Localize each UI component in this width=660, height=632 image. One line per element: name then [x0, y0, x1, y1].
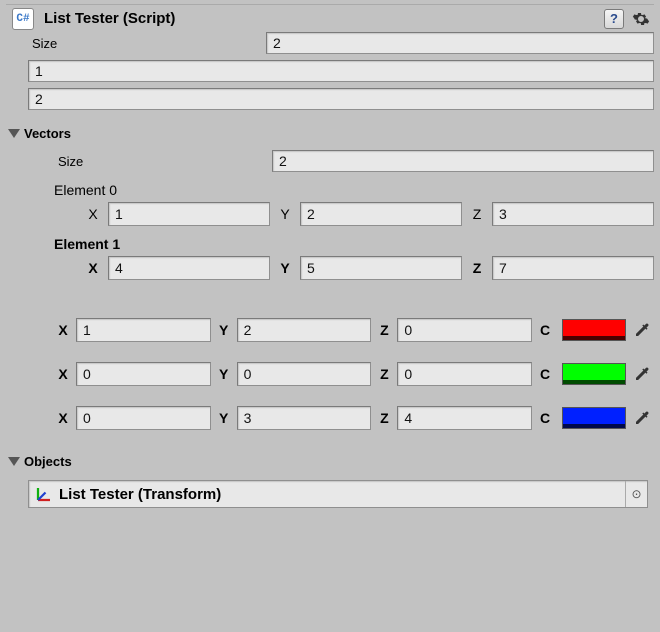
- size-row: Size 2: [6, 32, 654, 54]
- x-label: X: [84, 260, 102, 276]
- vectors-title: Vectors: [24, 126, 71, 141]
- c-label: C: [536, 366, 554, 382]
- component-header[interactable]: C# List Tester (Script) ?: [6, 4, 654, 32]
- objects-title: Objects: [24, 454, 72, 469]
- y-input[interactable]: 3: [237, 406, 372, 430]
- c-label: C: [536, 322, 554, 338]
- list-item-row: 2: [6, 88, 654, 110]
- x-label: X: [54, 410, 72, 426]
- x-input[interactable]: 1: [108, 202, 270, 226]
- object-picker-icon[interactable]: ⊙: [625, 481, 647, 507]
- gear-icon[interactable]: [632, 10, 650, 28]
- z-input[interactable]: 4: [397, 406, 532, 430]
- x-input[interactable]: 0: [76, 362, 211, 386]
- y-input[interactable]: 2: [300, 202, 462, 226]
- x-label: X: [54, 322, 72, 338]
- x-input[interactable]: 4: [108, 256, 270, 280]
- eyedropper-icon[interactable]: [630, 318, 654, 342]
- x-input[interactable]: 1: [76, 318, 211, 342]
- list-item-input[interactable]: 1: [28, 60, 654, 82]
- x-label: X: [54, 366, 72, 382]
- y-label: Y: [215, 366, 233, 382]
- object-reference-label: List Tester (Transform): [59, 486, 625, 503]
- z-label: Z: [468, 260, 486, 276]
- eyedropper-icon[interactable]: [630, 406, 654, 430]
- eyedropper-icon[interactable]: [630, 362, 654, 386]
- y-label: Y: [215, 322, 233, 338]
- vectors-size-label: Size: [54, 154, 272, 169]
- z-input[interactable]: 0: [397, 318, 532, 342]
- colored-vector-row: X 1 Y 2 Z 0 C: [6, 318, 654, 342]
- z-input[interactable]: 3: [492, 202, 654, 226]
- colored-vector-row: X 0 Y 0 Z 0 C: [6, 362, 654, 386]
- z-label: Z: [468, 206, 486, 222]
- size-label: Size: [28, 36, 266, 51]
- foldout-triangle-icon[interactable]: [8, 129, 20, 138]
- color-swatch[interactable]: [562, 319, 626, 341]
- help-icon[interactable]: ?: [604, 9, 624, 29]
- vector3-row: X 4 Y 5 Z 7: [6, 256, 654, 280]
- y-label: Y: [276, 206, 294, 222]
- script-badge-text: C#: [16, 13, 29, 25]
- component-title: List Tester (Script): [44, 10, 604, 27]
- colored-vector-row: X 0 Y 3 Z 4 C: [6, 406, 654, 430]
- list-item-row: 1: [6, 60, 654, 82]
- y-label: Y: [215, 410, 233, 426]
- object-reference-field[interactable]: List Tester (Transform) ⊙: [28, 480, 648, 508]
- x-label: X: [84, 206, 102, 222]
- element-label[interactable]: Element 0: [6, 182, 654, 198]
- z-input[interactable]: 0: [397, 362, 532, 386]
- color-swatch[interactable]: [562, 363, 626, 385]
- vectors-size-input[interactable]: 2: [272, 150, 654, 172]
- z-label: Z: [375, 322, 393, 338]
- vectors-size-row: Size 2: [6, 150, 654, 172]
- size-input[interactable]: 2: [266, 32, 654, 54]
- c-label: C: [536, 410, 554, 426]
- list-item-input[interactable]: 2: [28, 88, 654, 110]
- foldout-triangle-icon[interactable]: [8, 457, 20, 466]
- vectors-foldout[interactable]: Vectors: [6, 120, 654, 146]
- element-label[interactable]: Element 1: [6, 236, 654, 252]
- y-label: Y: [276, 260, 294, 276]
- y-input[interactable]: 2: [237, 318, 372, 342]
- z-label: Z: [375, 410, 393, 426]
- z-input[interactable]: 7: [492, 256, 654, 280]
- y-input[interactable]: 0: [237, 362, 372, 386]
- transform-icon: [35, 485, 53, 503]
- vector3-row: X 1 Y 2 Z 3: [6, 202, 654, 226]
- script-badge-icon: C#: [12, 8, 34, 30]
- z-label: Z: [375, 366, 393, 382]
- y-input[interactable]: 5: [300, 256, 462, 280]
- objects-foldout[interactable]: Objects: [6, 448, 654, 474]
- color-swatch[interactable]: [562, 407, 626, 429]
- x-input[interactable]: 0: [76, 406, 211, 430]
